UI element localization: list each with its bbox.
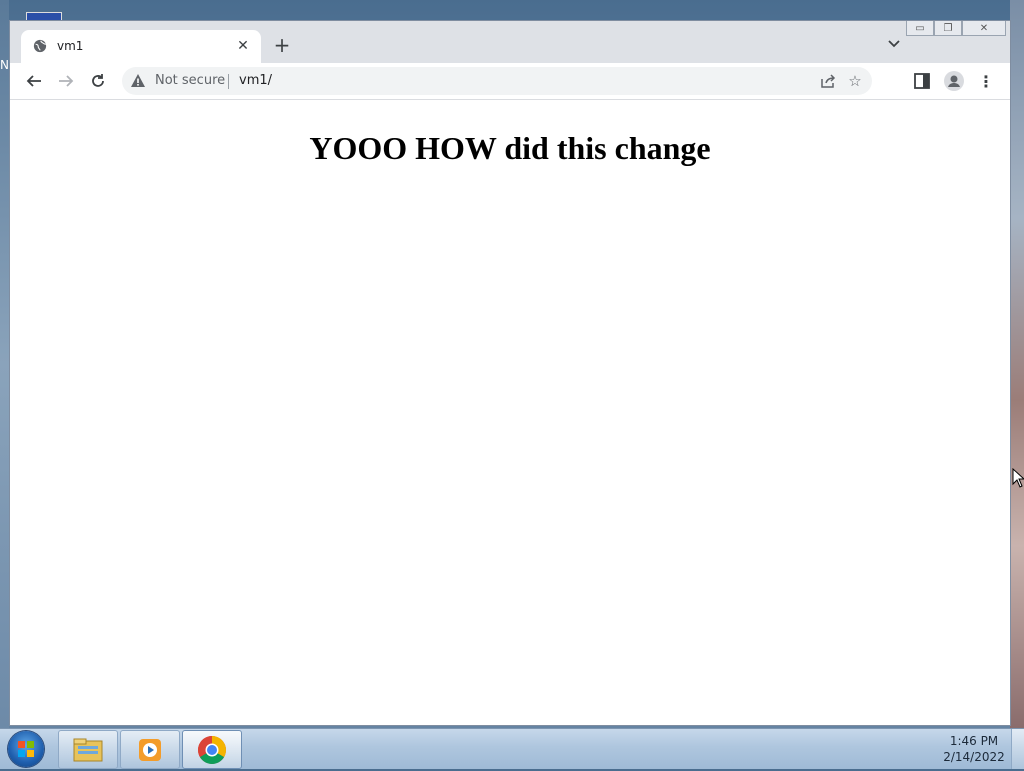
media-player-icon — [139, 738, 161, 761]
desktop-edge-text: N — [0, 58, 9, 72]
bookmark-button[interactable]: ☆ — [846, 72, 864, 90]
url-text[interactable]: vm1/ — [239, 73, 272, 88]
globe-icon — [33, 39, 47, 53]
taskbar-chrome[interactable] — [182, 730, 242, 769]
back-arrow-icon — [26, 75, 41, 87]
tab-title: vm1 — [57, 39, 84, 53]
reload-button[interactable] — [86, 69, 110, 93]
tab-strip: vm1 ✕ + ▭ ❐ ✕ — [10, 21, 1010, 63]
share-button[interactable] — [820, 73, 836, 89]
clock-time: 1:46 PM — [949, 734, 999, 748]
minimize-button[interactable]: ▭ — [906, 21, 934, 36]
windows-start-icon — [18, 741, 34, 757]
star-icon: ☆ — [848, 72, 862, 90]
tab-close-icon[interactable]: ✕ — [233, 36, 253, 56]
new-tab-button[interactable]: + — [272, 33, 292, 57]
taskbar-clock[interactable]: 1:46 PM 2/14/2022 — [942, 733, 1006, 765]
profile-button[interactable] — [944, 71, 964, 91]
chevron-down-icon — [888, 40, 900, 48]
side-panel-icon[interactable] — [914, 73, 930, 89]
page-content: YOOO HOW did this change — [10, 100, 1010, 725]
browser-menu-button[interactable]: ⋮ — [978, 71, 994, 91]
browser-window: vm1 ✕ + ▭ ❐ ✕ Not secure vm1/ ☆ ⋮ YOOO H… — [9, 20, 1011, 726]
desktop-background-left — [0, 0, 9, 728]
taskbar-file-explorer[interactable] — [58, 730, 118, 769]
address-bar[interactable]: Not secure vm1/ ☆ — [122, 67, 872, 95]
start-button[interactable] — [8, 731, 44, 767]
tab-search-button[interactable] — [886, 36, 902, 52]
share-icon — [821, 74, 836, 88]
browser-toolbar: Not secure vm1/ ☆ ⋮ — [10, 63, 1010, 100]
window-controls: ▭ ❐ ✕ — [906, 21, 1006, 37]
page-heading: YOOO HOW did this change — [309, 130, 711, 166]
chrome-icon — [198, 735, 226, 764]
forward-arrow-icon — [59, 75, 74, 87]
back-button[interactable] — [22, 69, 46, 93]
mouse-cursor-icon — [1012, 468, 1024, 488]
reload-icon — [92, 74, 104, 87]
kebab-menu-icon: ⋮ — [978, 71, 994, 91]
security-status[interactable]: Not secure — [155, 73, 225, 88]
plus-icon: + — [273, 33, 291, 57]
forward-button[interactable] — [54, 69, 78, 93]
file-explorer-icon — [73, 738, 103, 761]
clock-date: 2/14/2022 — [943, 750, 1005, 764]
profile-icon — [948, 75, 960, 87]
tab-vm1[interactable]: vm1 ✕ — [21, 30, 261, 63]
desktop-background-right — [1010, 0, 1024, 728]
divider — [228, 74, 229, 89]
show-desktop-button[interactable] — [1011, 729, 1024, 769]
restore-button[interactable]: ❐ — [934, 21, 962, 36]
taskbar-media-player[interactable] — [120, 730, 180, 769]
window-close-button[interactable]: ✕ — [962, 21, 1006, 36]
taskbar: 1:46 PM 2/14/2022 — [0, 728, 1024, 769]
warning-icon[interactable] — [130, 73, 146, 89]
